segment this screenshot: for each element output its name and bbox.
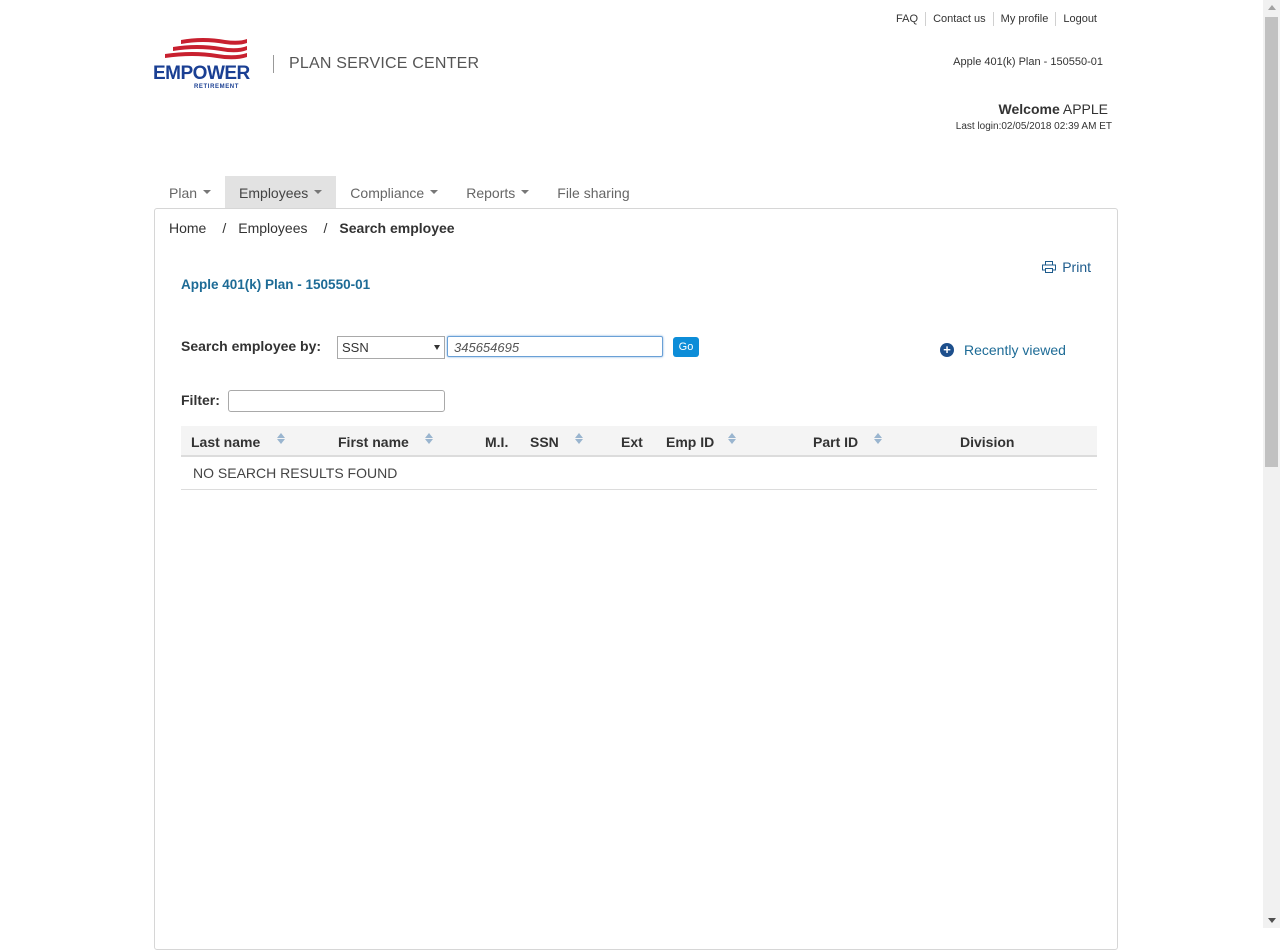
col-part-id-label: Part ID	[813, 434, 859, 450]
search-type-select[interactable]: SSN	[337, 336, 445, 359]
site-title: PLAN SERVICE CENTER	[289, 55, 480, 72]
printer-icon	[1042, 261, 1057, 273]
sort-icon	[574, 433, 583, 445]
recently-viewed-link[interactable]: + Recently viewed	[940, 342, 1066, 358]
table-header: Last name First name M.I. SSN Ext Emp ID…	[181, 426, 1097, 457]
go-button[interactable]: Go	[673, 337, 699, 357]
caret-down-icon	[203, 190, 212, 195]
col-emp-id[interactable]: Emp ID	[666, 433, 737, 450]
page-scrollbar[interactable]	[1263, 0, 1280, 928]
sort-icon	[874, 433, 883, 445]
filter-input[interactable]	[228, 390, 445, 412]
caret-down-icon	[314, 190, 323, 195]
nav-employees[interactable]: Employees	[225, 176, 337, 208]
sort-icon	[424, 433, 433, 445]
col-last-name[interactable]: Last name	[191, 433, 286, 450]
welcome-message: Welcome APPLE	[999, 101, 1108, 117]
col-ext: Ext	[621, 434, 643, 450]
col-emp-id-label: Emp ID	[666, 434, 715, 450]
nav-plan[interactable]: Plan	[155, 176, 225, 208]
nav-compliance[interactable]: Compliance	[336, 176, 452, 208]
nav-reports[interactable]: Reports	[452, 176, 543, 208]
breadcrumb-separator: /	[323, 220, 328, 236]
col-last-name-label: Last name	[191, 434, 261, 450]
scroll-thumb[interactable]	[1265, 17, 1278, 467]
header-plan-name: Apple 401(k) Plan - 150550-01	[953, 56, 1103, 68]
col-mi-label: M.I.	[485, 434, 509, 450]
col-division-label: Division	[960, 434, 1015, 450]
nav-employees-label: Employees	[239, 185, 309, 201]
logo-subtitle: RETIREMENT	[194, 84, 239, 90]
no-results-message: NO SEARCH RESULTS FOUND	[181, 457, 1097, 490]
scroll-down-icon[interactable]	[1268, 918, 1276, 923]
empower-logo[interactable]: EMPOWER RETIREMENT	[153, 36, 253, 90]
breadcrumb-employees[interactable]: Employees	[238, 220, 307, 236]
nav-file-sharing-label: File sharing	[557, 185, 630, 201]
col-first-name-label: First name	[338, 434, 409, 450]
contact-us-link[interactable]: Contact us	[925, 12, 993, 26]
col-mi: M.I.	[485, 434, 508, 450]
plan-title: Apple 401(k) Plan - 150550-01	[181, 277, 371, 292]
main-nav: Plan Employees Compliance Reports File s…	[155, 176, 644, 208]
breadcrumb: Home / Employees / Search employee	[169, 220, 455, 236]
caret-down-icon	[521, 190, 530, 195]
col-ext-label: Ext	[621, 434, 643, 450]
faq-link[interactable]: FAQ	[889, 12, 925, 26]
col-ssn[interactable]: SSN	[530, 433, 583, 450]
nav-compliance-label: Compliance	[350, 185, 425, 201]
nav-reports-label: Reports	[466, 185, 516, 201]
print-button[interactable]: Print	[1042, 259, 1091, 275]
filter-label: Filter:	[181, 392, 220, 408]
employee-table: Last name First name M.I. SSN Ext Emp ID…	[181, 426, 1097, 490]
col-ssn-label: SSN	[530, 434, 559, 450]
breadcrumb-current: Search employee	[339, 220, 455, 236]
recently-viewed-label: Recently viewed	[964, 342, 1066, 358]
scroll-up-icon[interactable]	[1268, 5, 1276, 10]
flag-icon	[165, 38, 247, 60]
welcome-user: APPLE	[1062, 101, 1108, 117]
col-first-name[interactable]: First name	[338, 433, 433, 450]
content-panel: Home / Employees / Search employee Print…	[154, 208, 1118, 950]
my-profile-link[interactable]: My profile	[992, 12, 1056, 26]
logout-link[interactable]: Logout	[1055, 12, 1104, 26]
breadcrumb-separator: /	[222, 220, 227, 236]
nav-file-sharing[interactable]: File sharing	[543, 176, 643, 208]
caret-down-icon	[430, 190, 439, 195]
logo-wordmark: EMPOWER	[153, 63, 250, 84]
breadcrumb-home[interactable]: Home	[169, 220, 206, 236]
search-by-label: Search employee by:	[181, 338, 322, 354]
sort-icon	[277, 433, 286, 445]
welcome-prefix: Welcome	[998, 101, 1060, 117]
sort-icon	[728, 433, 737, 445]
dropdown-arrow-icon	[434, 345, 440, 350]
print-label: Print	[1062, 259, 1091, 275]
last-login: Last login:02/05/2018 02:39 AM ET	[955, 121, 1112, 132]
col-part-id[interactable]: Part ID	[813, 433, 883, 450]
plus-circle-icon: +	[940, 343, 954, 357]
utility-links: FAQ Contact us My profile Logout	[889, 12, 1104, 26]
search-type-value: SSN	[342, 340, 369, 355]
header-divider	[273, 55, 274, 73]
search-input[interactable]: 345654695	[447, 336, 663, 357]
col-division: Division	[960, 434, 1014, 450]
nav-plan-label: Plan	[169, 185, 198, 201]
